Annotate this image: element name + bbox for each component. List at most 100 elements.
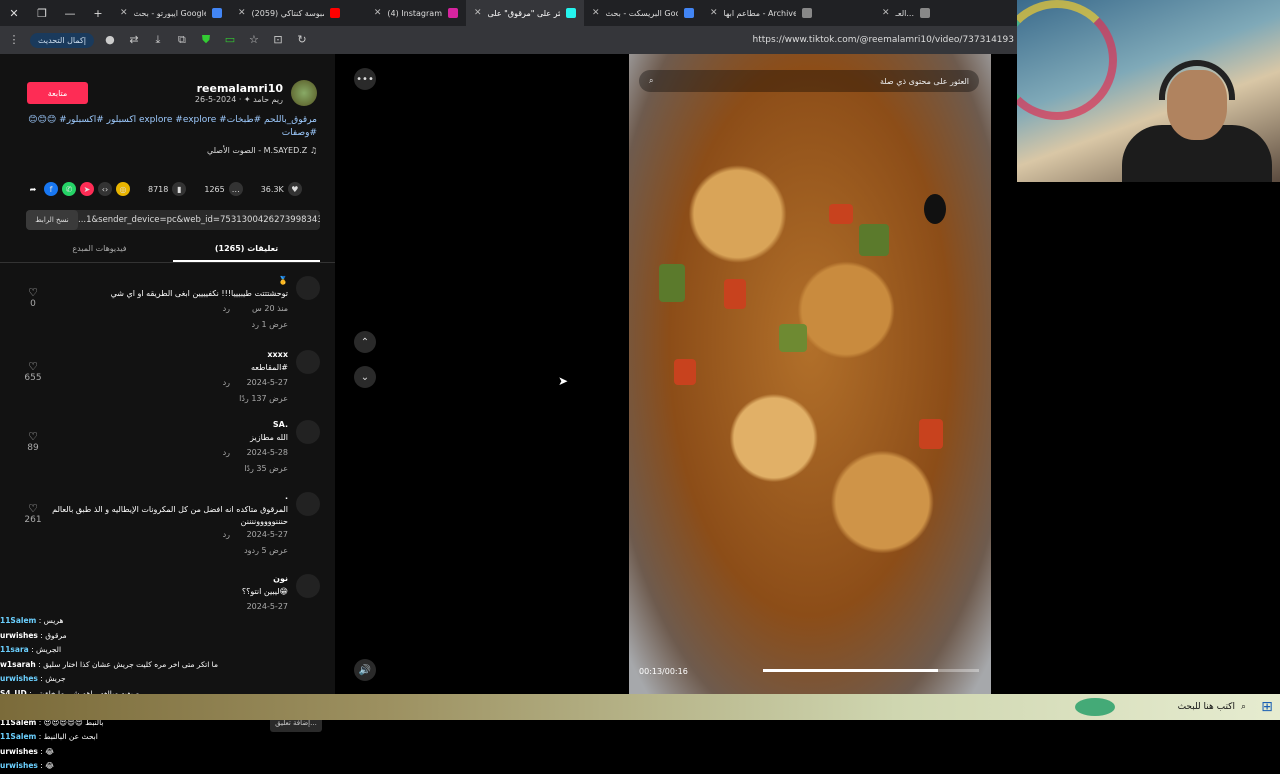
browser-tab[interactable]: ✕ البريسكت - بحث Google [584, 0, 702, 26]
commenter-name[interactable]: نون [273, 574, 288, 583]
comment-like-button[interactable]: ♡ 89 [20, 430, 46, 453]
commenter-name[interactable]: . [285, 492, 288, 501]
bookmark-star-icon[interactable]: ☆ [246, 32, 262, 48]
browser-tab[interactable]: ✕ (4) Instagram [348, 0, 466, 26]
close-tab-icon[interactable]: ✕ [474, 8, 482, 18]
video-player[interactable]: ⌕ العثور على محتوى ذي صلة 00:13/00:16 [629, 54, 991, 694]
close-tab-icon[interactable]: ✕ [238, 8, 246, 18]
video-progress-bar[interactable] [763, 669, 979, 672]
tab-creator-videos[interactable]: فيديوهات المبدع [26, 240, 173, 262]
battery-icon[interactable]: ▭ [222, 32, 238, 48]
chat-username: 11Salem [0, 616, 37, 625]
menu-icon[interactable]: ⋮ [6, 32, 22, 48]
chat-text: 😂 [45, 746, 54, 756]
update-button[interactable]: إكمال التحديث [30, 32, 94, 48]
taskbar-search[interactable]: اكتب هنا للبحث ⌕ [1164, 697, 1254, 717]
weather-widget-icon[interactable] [1075, 698, 1115, 716]
follow-button[interactable]: متابعة [27, 82, 88, 104]
volume-button[interactable]: 🔊 [354, 659, 376, 681]
commenter-avatar[interactable] [296, 492, 320, 516]
chat-text: الجريش [36, 645, 62, 654]
browser-tab[interactable]: ✕ اعثر على "مرقوق" على Tok [466, 0, 584, 26]
browser-tab[interactable]: ✕ العـ... [820, 0, 938, 26]
chat-message: 11Salem : ابحث عن البالنبط [0, 730, 335, 745]
minimize-window-button[interactable]: — [56, 7, 84, 20]
comment-icon[interactable]: … [228, 182, 243, 196]
browser-tab[interactable]: ✕ مطاعم ابها - Archives الاكل ا [702, 0, 820, 26]
chat-text: مرقوق [45, 630, 67, 640]
restore-window-button[interactable]: ❐ [28, 7, 56, 20]
heart-outline-icon: ♡ [28, 286, 38, 299]
share-link-text[interactable]: ...1&sender_device=pc&web_id=75313004262… [78, 215, 320, 225]
tab-label: (4) Instagram [387, 8, 442, 18]
tab-favicon-icon [920, 8, 930, 18]
close-window-button[interactable]: ✕ [0, 7, 28, 20]
reply-link[interactable]: رد [223, 530, 230, 539]
tab-favicon-icon [448, 8, 458, 18]
close-tab-icon[interactable]: ✕ [882, 8, 890, 18]
facebook-icon[interactable]: f [44, 182, 58, 196]
view-replies-link[interactable]: عرض 35 ردًا [244, 464, 288, 473]
bookmark-icon[interactable]: ▮ [172, 182, 187, 196]
comment-like-button[interactable]: ♡ 0 [20, 286, 46, 309]
shield-icon[interactable]: ⛊ [198, 32, 214, 48]
panel-tabs: فيديوهات المبدع (1265) تعليقات [26, 240, 320, 262]
chat-message: w1sarah : ما اتكر متى اخر مره كليت جريش … [0, 658, 335, 673]
address-bar[interactable]: https://www.tiktok.com/@reemalamri10/vid… [753, 35, 1014, 45]
reload-icon[interactable]: ↻ [294, 32, 310, 48]
browser-toolbar: ⋮ إكمال التحديث ● ⇄ ⤓ ⧉ ⛊ ▭ ☆ ⊡ ↻ https:… [0, 26, 1020, 54]
view-replies-link[interactable]: عرض 137 ردًا [239, 394, 288, 403]
tab-comments[interactable]: (1265) تعليقات [173, 240, 320, 262]
browser-tab[interactable]: ✕ (2059) سمبوسة كنتاكي - ube [230, 0, 348, 26]
search-icon: ⌕ [649, 76, 654, 85]
embed-icon[interactable]: ‹› [98, 182, 112, 196]
share-arrow-icon[interactable]: ➦ [26, 182, 40, 196]
comment-like-button[interactable]: ♡ 261 [20, 502, 46, 525]
comment-time: 2024-5-27 [246, 602, 288, 611]
whatsapp-icon[interactable]: ✆ [62, 182, 76, 196]
close-tab-icon[interactable]: ✕ [710, 8, 718, 18]
reply-link[interactable]: رد [223, 448, 230, 457]
next-video-button[interactable]: ⌄ [354, 366, 376, 388]
profile-icon[interactable]: ● [102, 32, 118, 48]
commenter-name[interactable]: xxxx [267, 350, 288, 359]
comment-like-count: 89 [27, 443, 39, 453]
view-replies-link[interactable]: عرض 5 ردود [244, 546, 288, 555]
share-icon[interactable]: ⊡ [270, 32, 286, 48]
heart-outline-icon: ♡ [28, 502, 38, 515]
view-replies-link[interactable]: عرض 1 رد [252, 320, 288, 329]
commenter-avatar[interactable] [296, 350, 320, 374]
video-search-bar[interactable]: ⌕ العثور على محتوى ذي صلة [639, 70, 979, 92]
reply-link[interactable]: رد [223, 304, 230, 313]
chat-separator: : [28, 645, 37, 654]
previous-video-button[interactable]: ⌃ [354, 331, 376, 353]
likes-count: 36.3K [260, 184, 284, 194]
more-options-button[interactable]: ••• [354, 68, 376, 90]
translate-icon[interactable]: ⇄ [126, 32, 142, 48]
zucchini-piece [859, 224, 889, 256]
close-tab-icon[interactable]: ✕ [592, 8, 600, 18]
commenter-name[interactable]: 🥇 [278, 276, 288, 285]
reply-link[interactable]: رد [223, 378, 230, 387]
telegram-icon[interactable]: ➤ [80, 182, 94, 196]
new-tab-button[interactable]: + [84, 7, 112, 20]
commenter-avatar[interactable] [296, 574, 320, 598]
commenter-avatar[interactable] [296, 276, 320, 300]
close-tab-icon[interactable]: ✕ [120, 8, 128, 18]
close-tab-icon[interactable]: ✕ [374, 8, 382, 18]
comment-like-button[interactable]: ♡ 655 [20, 360, 46, 383]
author-avatar[interactable] [291, 80, 317, 106]
copy-link-button[interactable]: نسخ الرابط [26, 210, 78, 230]
browser-tab[interactable]: ✕ ايبورتو - بحث Google [112, 0, 230, 26]
carrot-piece [919, 419, 943, 449]
heart-icon[interactable]: ♥ [287, 182, 302, 196]
commenter-name[interactable]: SA. [273, 420, 288, 429]
author-username[interactable]: reemalamri10 [195, 82, 283, 95]
coin-icon[interactable]: ◎ [116, 182, 130, 196]
sound-link[interactable]: الصوت الأصلي - M.SAYED.Z ♫ [207, 146, 317, 155]
commenter-avatar[interactable] [296, 420, 320, 444]
extensions-icon[interactable]: ⧉ [174, 32, 190, 48]
chat-username: 11Salem [0, 732, 37, 741]
download-icon[interactable]: ⤓ [150, 32, 166, 48]
windows-start-icon[interactable]: ⊞ [1254, 694, 1280, 720]
